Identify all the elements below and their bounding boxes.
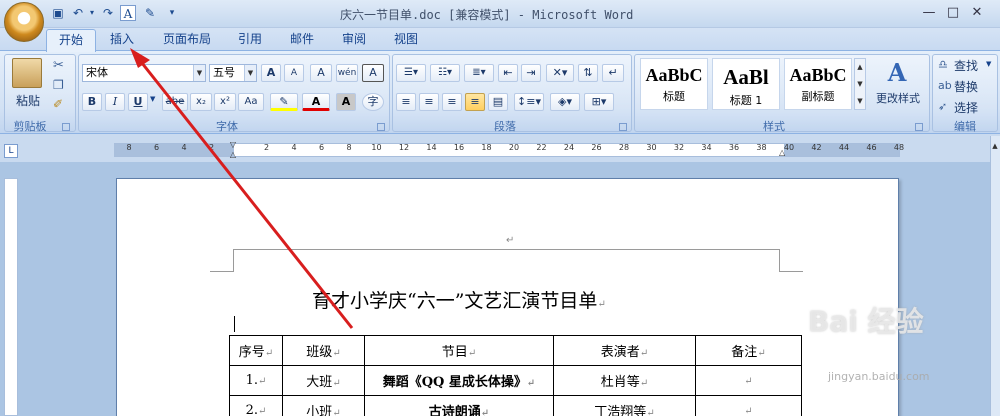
arrow-shaft (136, 57, 354, 329)
annotation-arrow (130, 48, 354, 329)
arrow-head-icon (130, 48, 150, 68)
